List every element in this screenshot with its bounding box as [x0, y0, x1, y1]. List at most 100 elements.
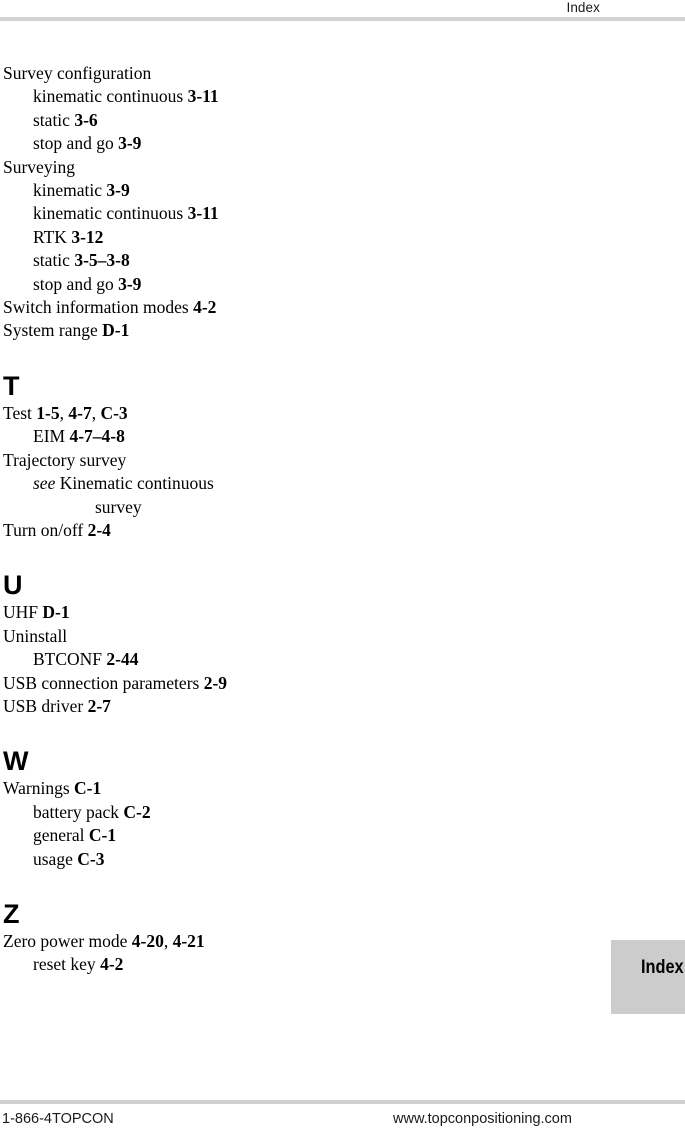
index-entry: Turn on/off 2-4	[0, 519, 430, 542]
page-reference: 3-6	[74, 109, 98, 130]
index-entry-label: Trajectory survey	[3, 449, 127, 470]
index-entry: BTCONF 2-44	[0, 648, 430, 671]
index-entry-page-refs: 3-9	[118, 133, 141, 153]
index-entry-page-refs: 4-2	[100, 954, 123, 974]
page-reference: 3-5–3-8	[74, 250, 130, 271]
header-divider-rule	[0, 17, 685, 21]
index-entry-page-refs: C-3	[77, 849, 104, 869]
index-entry-page-refs: 3-12	[71, 227, 103, 247]
section-letter-heading: T	[3, 370, 20, 401]
index-content: Survey configuration kinematic continuous…	[0, 62, 430, 977]
page-reference: C-1	[74, 778, 102, 799]
index-entry: EIM 4-7–4-8	[0, 425, 430, 448]
page-reference: 2-9	[203, 672, 228, 693]
index-entry: Uninstall	[0, 625, 430, 648]
page-reference: 3-9	[106, 180, 130, 201]
index-entry-label: static	[33, 250, 70, 271]
index-section: Z Zero power mode 4-20, 4-21 reset key 4-2	[0, 871, 430, 977]
index-entry: Switch information modes 4-2	[0, 296, 430, 319]
index-entry-page-refs: 2-9	[204, 673, 227, 693]
index-entry-page-refs: 3-5–3-8	[74, 250, 129, 270]
index-section: U UHF D-1 Uninstall BTCONF 2-44 USB connecti…	[0, 542, 430, 718]
page-reference: C-3	[77, 848, 105, 869]
page-reference: 2-7	[87, 695, 111, 716]
index-entry-label: kinematic	[33, 180, 103, 201]
index-entry-label: Warnings	[3, 778, 70, 799]
index-entry-label: kinematic continuous	[33, 86, 184, 107]
index-entry-label: Zero power mode	[3, 930, 128, 951]
page-reference: 2-44	[106, 649, 139, 670]
index-entry-label: kinematic continuous	[33, 203, 184, 224]
index-entry-label: stop and go	[33, 133, 114, 154]
index-entry-label: usage	[33, 848, 73, 869]
side-tab-label: Index	[641, 957, 684, 978]
index-entry-label: survey	[95, 496, 142, 517]
footer-phone-number: 1-866-4TOPCON	[2, 1111, 114, 1127]
index-entry: RTK 3-12	[0, 226, 430, 249]
index-entry-label: EIM	[33, 426, 66, 447]
index-entry-page-refs: 3-6	[74, 110, 97, 130]
index-entry-page-refs: D-1	[42, 602, 69, 622]
index-section: Survey configuration kinematic continuous…	[0, 62, 430, 343]
index-entry-page-refs: 3-9	[118, 274, 141, 294]
page-reference: 3-11	[187, 203, 219, 224]
page-reference: 3-11	[187, 86, 219, 107]
index-entry-label: Survey configuration	[3, 63, 152, 83]
page-reference: 4-20	[131, 930, 164, 951]
index-entry-label: Uninstall	[3, 625, 68, 646]
index-entry: UHF D-1	[0, 601, 430, 624]
index-entry-page-refs: 3-11	[188, 203, 219, 223]
footer-website-url: www.topconpositioning.com	[393, 1111, 572, 1127]
index-entry-label: general	[33, 825, 85, 846]
index-entry: stop and go 3-9	[0, 273, 430, 296]
index-entry: Zero power mode 4-20, 4-21	[0, 930, 430, 953]
index-entry-page-refs: 1-5, 4-7, C-3	[36, 402, 128, 423]
index-entry-label: Test	[3, 402, 32, 423]
index-entry: Survey configuration	[0, 62, 430, 85]
page-reference: 4-7	[68, 402, 92, 423]
index-entry: Trajectory survey	[0, 449, 430, 472]
header-title: Index	[566, 0, 600, 15]
section-letter-heading: W	[3, 746, 29, 777]
page-reference: 4-2	[193, 297, 217, 318]
index-entry-page-refs: 3-9	[106, 180, 129, 200]
index-entry: Warnings C-1	[0, 777, 430, 800]
index-entry-label: Turn on/off	[3, 519, 84, 540]
section-letter-heading: U	[3, 570, 23, 601]
index-entry: static 3-6	[0, 109, 430, 132]
index-entry-page-refs: 4-2	[193, 297, 216, 317]
index-entry-cross-reference: see Kinematic continuous	[33, 473, 214, 494]
index-entry: general C-1	[0, 824, 430, 847]
page-reference: C-2	[123, 801, 151, 822]
index-entry-page-refs: D-1	[102, 320, 129, 340]
index-entry-label: USB driver	[3, 695, 84, 716]
page-reference: 3-12	[71, 226, 104, 247]
page-reference: 3-9	[118, 133, 142, 154]
index-entry-page-refs: 2-44	[106, 649, 138, 669]
page-reference: 1-5	[36, 402, 60, 423]
index-entry-page-refs: 2-7	[88, 696, 111, 716]
index-entry: survey	[0, 496, 430, 519]
index-entry-label: System range	[3, 320, 98, 341]
page-reference: 4-21	[172, 930, 205, 951]
page-reference: D-1	[102, 320, 130, 341]
index-entry: static 3-5–3-8	[0, 249, 430, 272]
index-entry-label: stop and go	[33, 273, 114, 294]
page-reference: 4-7–4-8	[69, 426, 125, 447]
index-entry: kinematic continuous 3-11	[0, 85, 430, 108]
index-entry: battery pack C-2	[0, 801, 430, 824]
index-entry-label: battery pack	[33, 801, 119, 822]
index-entry: USB connection parameters 2-9	[0, 672, 430, 695]
index-entry-label: static	[33, 109, 70, 130]
index-entry: reset key 4-2	[0, 953, 430, 976]
page-footer: 1-866-4TOPCON www.topconpositioning.com	[0, 1100, 685, 1134]
index-entry-label: Switch information modes	[3, 297, 189, 318]
index-entry: kinematic continuous 3-11	[0, 202, 430, 225]
index-entry-page-refs: C-2	[123, 802, 150, 822]
index-entry-page-refs: 4-7–4-8	[69, 426, 124, 446]
index-entry-label: UHF	[3, 602, 39, 623]
